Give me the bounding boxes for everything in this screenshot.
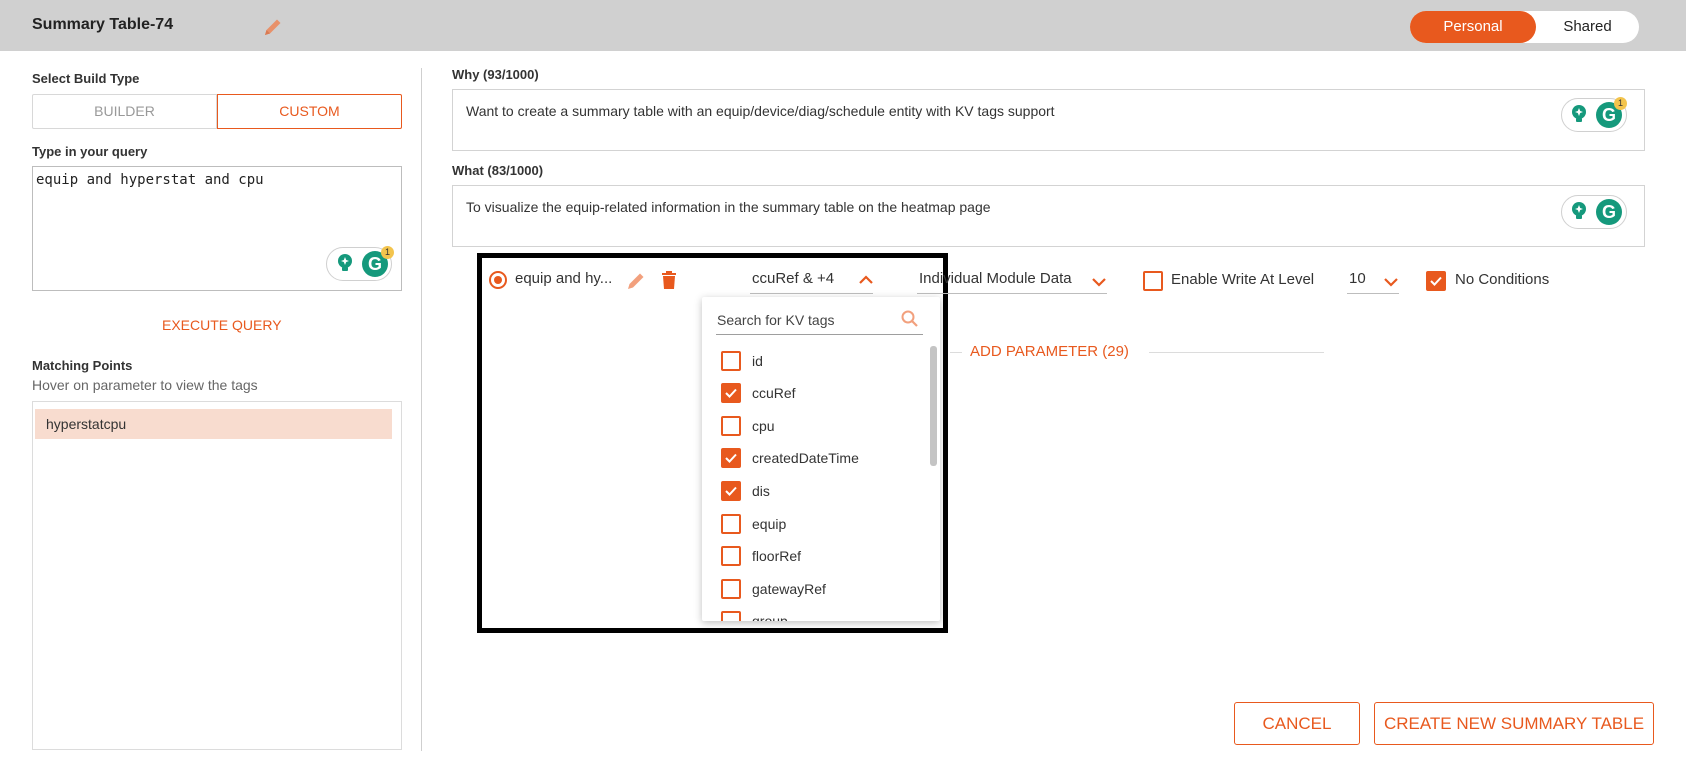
kv-option-label: group bbox=[752, 613, 788, 621]
lightbulb-icon bbox=[1568, 103, 1590, 125]
kv-option-checkbox-gatewayref[interactable] bbox=[721, 579, 741, 599]
builder-button[interactable]: BUILDER bbox=[32, 94, 217, 129]
shared-toggle-option[interactable]: Shared bbox=[1536, 11, 1639, 43]
chevron-down-icon[interactable] bbox=[1380, 271, 1402, 293]
grammarly-g-icon: G bbox=[1596, 199, 1622, 225]
grammarly-badge: 1 bbox=[1614, 97, 1627, 110]
kv-option-label: id bbox=[752, 353, 763, 369]
kv-option-label: ccuRef bbox=[752, 385, 796, 401]
custom-button[interactable]: CUSTOM bbox=[217, 94, 402, 129]
list-item[interactable]: hyperstatcpu bbox=[35, 409, 392, 439]
enable-write-checkbox[interactable] bbox=[1143, 271, 1163, 291]
kv-option-label: cpu bbox=[752, 418, 775, 434]
add-parameter-button[interactable]: ADD PARAMETER (29) bbox=[970, 343, 1129, 360]
what-label: What (83/1000) bbox=[452, 163, 544, 178]
kv-search-underline bbox=[716, 334, 923, 335]
panel-divider bbox=[421, 68, 422, 751]
kv-dropdown-scrollbar[interactable] bbox=[930, 346, 937, 466]
kv-option-label: floorRef bbox=[752, 548, 802, 564]
enable-write-label: Enable Write At Level bbox=[1171, 271, 1315, 288]
chevron-up-icon[interactable] bbox=[855, 269, 877, 291]
kv-option-checkbox-createddatetime[interactable] bbox=[721, 448, 741, 468]
no-conditions-label: No Conditions bbox=[1455, 271, 1550, 288]
personal-toggle-option[interactable]: Personal bbox=[1410, 11, 1536, 43]
lightbulb-icon bbox=[334, 252, 356, 274]
kv-option-checkbox-equip[interactable] bbox=[721, 514, 741, 534]
matching-points-list bbox=[32, 401, 402, 750]
matching-points-title: Matching Points bbox=[32, 358, 133, 373]
kv-option-checkbox-dis[interactable] bbox=[721, 481, 741, 501]
chevron-down-icon[interactable] bbox=[1088, 271, 1110, 293]
module-data-select[interactable]: Individual Module Data bbox=[919, 270, 1072, 287]
edit-parameter-pencil-icon[interactable] bbox=[625, 270, 647, 292]
kv-option-label: dis bbox=[752, 483, 770, 499]
no-conditions-checkbox[interactable] bbox=[1426, 271, 1446, 291]
kv-option-checkbox-floorref[interactable] bbox=[721, 546, 741, 566]
level-select-underline bbox=[1347, 293, 1399, 294]
grammarly-badge: 1 bbox=[381, 246, 394, 259]
create-summary-table-button[interactable]: CREATE NEW SUMMARY TABLE bbox=[1374, 702, 1654, 745]
delete-parameter-trash-icon[interactable] bbox=[658, 269, 680, 291]
build-type-label: Select Build Type bbox=[32, 71, 140, 86]
module-select-underline bbox=[917, 293, 1107, 294]
kv-option-checkbox-ccuref[interactable] bbox=[721, 383, 741, 403]
parameter-name: equip and hy... bbox=[515, 270, 613, 287]
why-field[interactable]: Want to create a summary table with an e… bbox=[452, 89, 1645, 151]
page-title: Summary Table-74 bbox=[32, 16, 174, 33]
add-param-line-left bbox=[950, 352, 962, 353]
kv-tags-select[interactable]: ccuRef & +4 bbox=[752, 270, 834, 287]
search-icon bbox=[900, 309, 922, 331]
query-label: Type in your query bbox=[32, 144, 148, 159]
execute-query-button[interactable]: EXECUTE QUERY bbox=[162, 317, 282, 333]
kv-option-checkbox-id[interactable] bbox=[721, 351, 741, 371]
cancel-button[interactable]: CANCEL bbox=[1234, 702, 1360, 745]
edit-title-pencil-icon[interactable] bbox=[262, 16, 284, 38]
lightbulb-icon bbox=[1568, 200, 1590, 222]
kv-option-checkbox-group[interactable] bbox=[721, 611, 741, 621]
parameter-radio-dot bbox=[494, 276, 502, 284]
why-label: Why (93/1000) bbox=[452, 67, 539, 82]
kv-option-label: createdDateTime bbox=[752, 450, 859, 466]
kv-search-input[interactable]: Search for KV tags bbox=[717, 312, 835, 328]
level-select[interactable]: 10 bbox=[1349, 270, 1366, 287]
what-field[interactable]: To visualize the equip-related informati… bbox=[452, 185, 1645, 247]
kv-option-label: equip bbox=[752, 516, 787, 532]
kv-option-clip: group bbox=[702, 606, 940, 621]
kv-select-underline bbox=[750, 293, 873, 294]
kv-option-checkbox-cpu[interactable] bbox=[721, 416, 741, 436]
add-param-line-right bbox=[1149, 352, 1324, 353]
kv-option-label: gatewayRef bbox=[752, 581, 826, 597]
matching-points-subtitle: Hover on parameter to view the tags bbox=[32, 377, 258, 393]
